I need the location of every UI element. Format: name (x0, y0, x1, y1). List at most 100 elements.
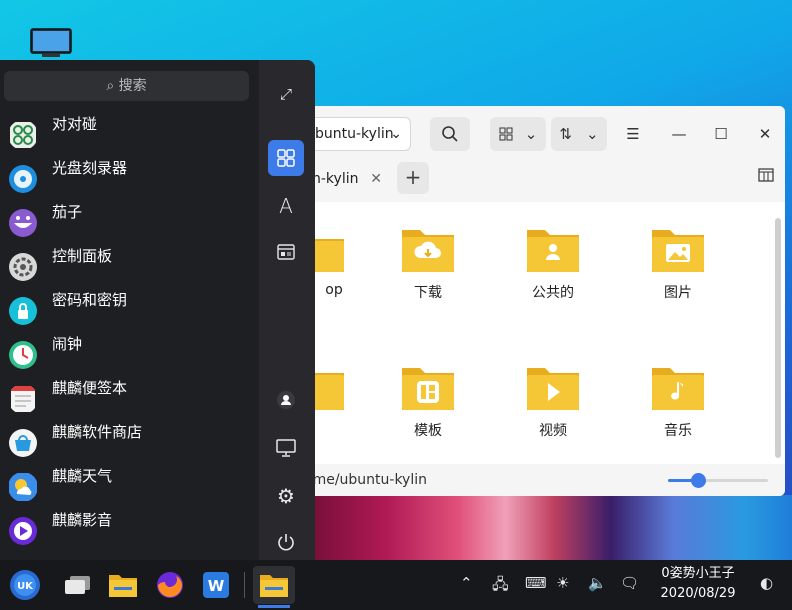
file-item[interactable]: 模板 (388, 364, 468, 440)
gear-icon: ⚙ (277, 484, 295, 508)
plus-icon: + (404, 165, 422, 189)
taskbar-firefox[interactable] (151, 566, 189, 604)
file-manager-icon (260, 575, 288, 597)
grid-view-icon (277, 149, 295, 167)
menu-app-cheese[interactable]: 茄子 (0, 201, 259, 245)
close-button[interactable]: ✕ (748, 117, 782, 151)
brightness-icon[interactable]: ☀ (556, 574, 569, 592)
category-button[interactable] (268, 234, 304, 270)
power-icon (278, 534, 294, 551)
hamburger-menu-icon: ☰ (626, 125, 640, 143)
menu-app-label: 光盘刻录器 (52, 159, 128, 177)
control-panel-icon (9, 253, 37, 281)
status-bar: ome/ubuntu-kylin (280, 464, 785, 496)
grid-view-icon (499, 127, 513, 141)
view-mode-button[interactable]: ⌄ (490, 117, 546, 151)
scrollbar[interactable] (775, 218, 781, 458)
menu-app-disc-burner[interactable]: 光盘刻录器 (0, 157, 259, 201)
search-button[interactable] (430, 117, 470, 151)
menu-app-label: 密码和密钥 (52, 291, 128, 309)
multitask-view-icon (65, 576, 90, 594)
minimize-button[interactable]: — (662, 117, 696, 151)
all-apps-button[interactable] (268, 140, 304, 176)
expand-icon: ⤢ (279, 85, 292, 103)
cheese-camera-icon (9, 209, 37, 237)
kylin-logo-icon: UK (10, 570, 40, 600)
search-placeholder: 搜索 (118, 78, 147, 94)
zoom-slider[interactable] (668, 473, 768, 488)
kylin-notes-icon (11, 386, 35, 412)
night-mode-icon[interactable]: ◐ (760, 574, 773, 592)
notification-icon[interactable]: 🗨 (620, 574, 639, 592)
file-manager-window: buntu-kylin ⌄ ⌄ ⇅ ⌄ ☰ — ☐ ✕ n-kylin ✕ + … (280, 106, 785, 496)
sort-icon: ⇅ (559, 125, 572, 143)
file-item[interactable]: 公共的 (513, 226, 593, 302)
menu-app-label: 控制面板 (52, 247, 113, 265)
public-folder-icon (527, 230, 579, 272)
tab-label: n-kylin (312, 171, 359, 187)
file-item[interactable]: 下载 (388, 226, 468, 302)
menu-app-kylin-video[interactable]: 麒麟影音 (0, 509, 259, 553)
alphabetical-sort-button[interactable]: A (268, 188, 304, 224)
computer-desktop-icon[interactable] (30, 28, 72, 58)
file-name: 下载 (414, 285, 442, 301)
file-name: 公共的 (532, 285, 574, 301)
menu-app-kylin-notes[interactable]: 麒麟便签本 (0, 377, 259, 421)
minimize-icon: — (671, 125, 687, 143)
file-item[interactable]: 音乐 (638, 364, 718, 440)
close-tab-icon[interactable]: ✕ (370, 161, 382, 197)
taskbar-wps[interactable]: W (197, 566, 235, 604)
search-icon: ⌕ (106, 78, 115, 94)
expand-menu-button[interactable]: ⤢ (268, 76, 304, 112)
menu-button[interactable]: ☰ (616, 117, 650, 151)
monitor-icon (276, 439, 296, 457)
status-path: ome/ubuntu-kylin (304, 472, 427, 488)
desktop-wallpaper-wave (315, 495, 792, 560)
maximize-button[interactable]: ☐ (704, 117, 738, 151)
power-button[interactable] (268, 524, 304, 560)
menu-app-label: 麒麟便签本 (52, 379, 128, 397)
menu-app-alarm-clock[interactable]: 闹钟 (0, 333, 259, 377)
taskbar-file-manager-window[interactable] (253, 566, 295, 604)
volume-icon[interactable]: 🔈 (588, 574, 607, 592)
category-icon (277, 244, 295, 260)
network-icon[interactable]: 🖧 (492, 574, 509, 599)
firefox-icon (157, 572, 183, 598)
file-name: 视频 (539, 423, 567, 439)
clock[interactable]: 0姿势小王子 2020/08/29 (648, 564, 748, 604)
tray-expand-icon[interactable]: ⌃ (460, 574, 473, 592)
taskbar-divider (244, 572, 245, 598)
chevron-down-icon: ⌄ (586, 125, 599, 143)
menu-app-label: 闹钟 (52, 335, 83, 353)
menu-app-matching-game[interactable]: 对对碰 (0, 113, 259, 157)
search-input[interactable]: ⌕ 搜索 (4, 71, 249, 101)
close-icon: ✕ (758, 125, 772, 143)
svg-text:W: W (208, 577, 225, 595)
user-button[interactable] (268, 382, 304, 418)
column-view-icon[interactable] (758, 168, 774, 182)
file-item[interactable]: 图片 (638, 226, 718, 302)
file-name: 图片 (664, 285, 692, 301)
settings-button[interactable]: ⚙ (268, 478, 304, 514)
music-folder-icon (652, 368, 704, 410)
download-folder-icon (402, 230, 454, 272)
letter-a-icon: A (279, 194, 293, 218)
taskbar-file-manager[interactable] (104, 566, 142, 604)
show-desktop-button[interactable] (58, 566, 96, 604)
menu-app-kylin-software-store[interactable]: 麒麟软件商店 (0, 421, 259, 465)
menu-app-control-panel[interactable]: 控制面板 (0, 245, 259, 289)
kylin-weather-icon (9, 473, 37, 501)
zoom-slider-handle[interactable] (691, 473, 706, 488)
file-manager-toolbar: buntu-kylin ⌄ ⌄ ⇅ ⌄ ☰ — ☐ ✕ n-kylin ✕ + (280, 106, 785, 202)
menu-app-passwords-keys[interactable]: 密码和密钥 (0, 289, 259, 333)
wps-writer-icon: W (203, 572, 229, 598)
computer-button[interactable] (268, 430, 304, 466)
keyboard-icon[interactable]: ⌨ (525, 574, 547, 592)
menu-app-kylin-weather[interactable]: 麒麟天气 (0, 465, 259, 509)
new-tab-button[interactable]: + (397, 162, 429, 194)
pictures-folder-icon (652, 230, 704, 272)
clock-time: 0姿势小王子 (661, 566, 735, 581)
sort-button[interactable]: ⇅ ⌄ (551, 117, 607, 151)
start-menu-button[interactable]: UK (6, 566, 44, 604)
file-item[interactable]: 视频 (513, 364, 593, 440)
